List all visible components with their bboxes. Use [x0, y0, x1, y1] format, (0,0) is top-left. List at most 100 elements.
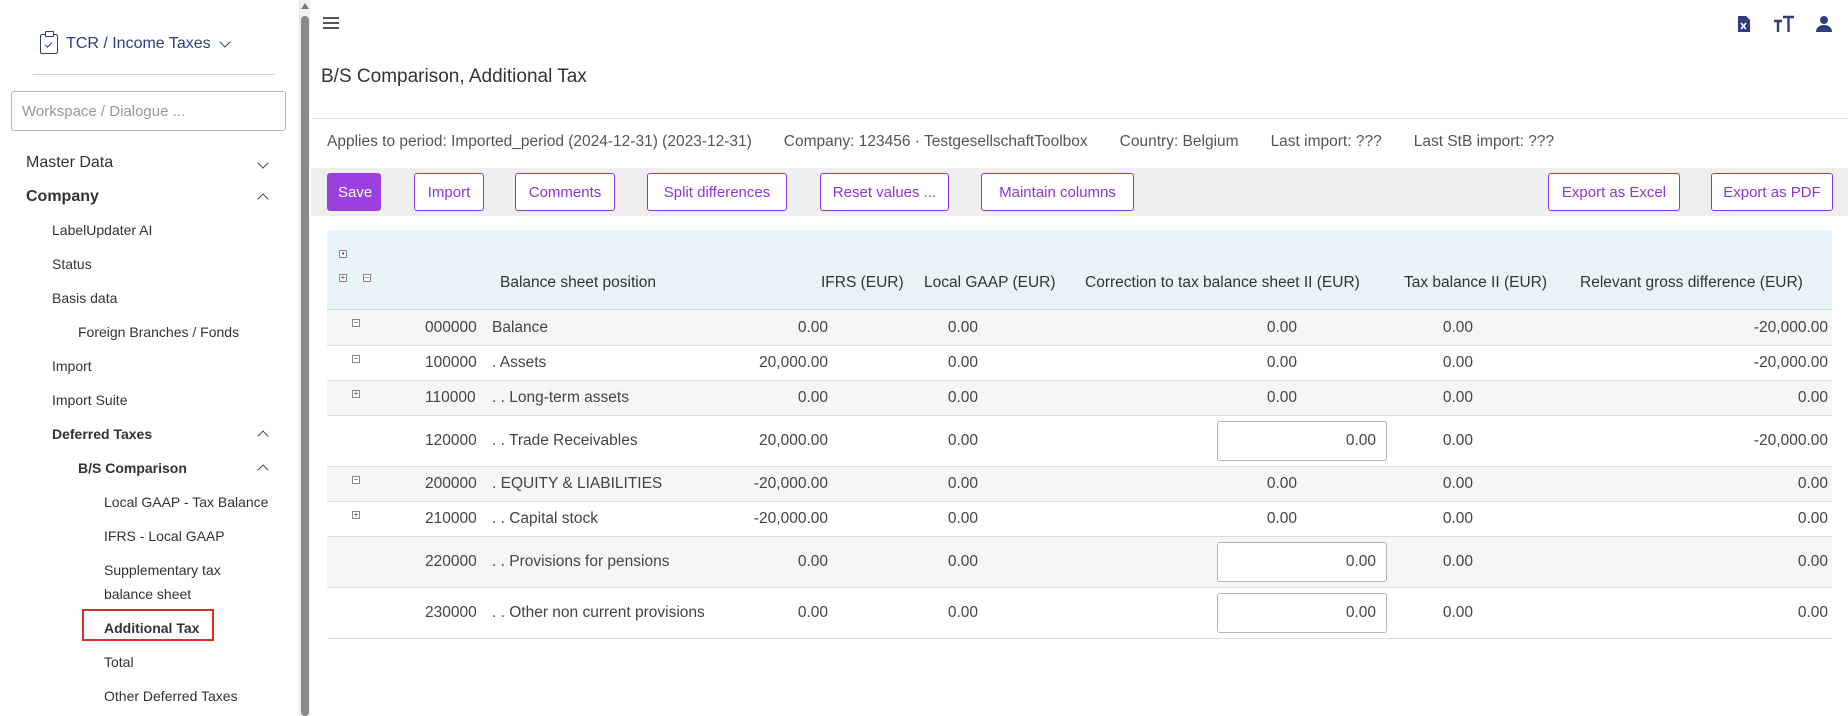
sidebar-scrollbar[interactable]	[300, 0, 310, 716]
row-name: . . Other non current provisions	[492, 604, 705, 621]
sidebar-item-import-suite[interactable]: Import Suite	[0, 389, 299, 411]
page-title: B/S Comparison, Additional Tax	[321, 66, 587, 87]
cell-gross-difference: 0.00	[1797, 475, 1828, 492]
cell-tax-balance: 0.00	[1442, 389, 1473, 406]
cell-tax-balance: 0.00	[1442, 475, 1473, 492]
workspace-search-input[interactable]	[11, 91, 286, 131]
scrollbar-thumb[interactable]	[301, 16, 309, 716]
sidebar-item-basis-data[interactable]: Basis data	[0, 287, 299, 309]
sidebar-item-master-data[interactable]: Master Data	[0, 151, 299, 175]
scroll-up-arrow-icon[interactable]	[301, 3, 309, 9]
chevron-down-icon	[218, 36, 231, 48]
cell-gross-difference: 0.00	[1797, 604, 1828, 621]
col-header-position[interactable]: Balance sheet position	[500, 274, 656, 292]
reset-values-button[interactable]: Reset values ...	[820, 173, 949, 211]
col-header-ifrs[interactable]: IFRS (EUR)	[821, 274, 904, 292]
table-row: 120000 . . Trade Receivables 20,000.00 0…	[327, 416, 1832, 467]
collapse-row-icon[interactable]: −	[352, 355, 360, 363]
sidebar-item-bs-comparison[interactable]: B/S Comparison	[0, 457, 299, 479]
main-content: B/S Comparison, Additional Tax Applies t…	[311, 0, 1848, 716]
table-row: + 110000 . . Long-term assets 0.00 0.00 …	[327, 381, 1832, 416]
sidebar-item-import[interactable]: Import	[0, 355, 299, 377]
cell-gross-difference: 0.00	[1797, 389, 1828, 406]
export-excel-button[interactable]: Export as Excel	[1548, 173, 1680, 211]
cell-local-gaap: 0.00	[947, 510, 978, 527]
collapse-all-icon[interactable]: −	[363, 274, 371, 282]
col-header-local-gaap[interactable]: Local GAAP (EUR)	[924, 274, 1056, 292]
sidebar-item-deferred-taxes[interactable]: Deferred Taxes	[0, 423, 299, 445]
table-header: • + − Balance sheet position IFRS (EUR) …	[327, 230, 1832, 310]
import-button[interactable]: Import	[414, 173, 484, 211]
app-switcher[interactable]: TCR / Income Taxes	[40, 31, 231, 54]
cell-gross-difference: 0.00	[1797, 553, 1828, 570]
row-code: 110000	[425, 389, 476, 406]
cell-tax-balance: 0.00	[1442, 510, 1473, 527]
row-code: 210000	[425, 510, 477, 527]
maintain-columns-button[interactable]: Maintain columns	[981, 173, 1134, 211]
sidebar-item-local-gaap-tax-balance[interactable]: Local GAAP - Tax Balance	[0, 491, 299, 513]
expand-all-icon[interactable]: +	[339, 274, 347, 282]
cell-local-gaap: 0.00	[947, 354, 978, 371]
cell-correction: 0.00	[1266, 475, 1297, 492]
cell-tax-balance: 0.00	[1442, 432, 1473, 449]
cell-local-gaap: 0.00	[947, 553, 978, 570]
sidebar: TCR / Income Taxes Master Data Company L…	[0, 0, 300, 716]
col-header-tax-balance[interactable]: Tax balance II (EUR)	[1404, 274, 1547, 292]
cell-correction: 0.00	[1266, 389, 1297, 406]
cell-tax-balance: 0.00	[1442, 553, 1473, 570]
sidebar-item-status[interactable]: Status	[0, 253, 299, 275]
cell-ifrs: -20,000.00	[753, 475, 828, 492]
collapse-row-icon[interactable]: −	[352, 319, 360, 327]
radio-toggle-icon[interactable]: •	[339, 250, 347, 258]
export-pdf-button[interactable]: Export as PDF	[1711, 173, 1833, 211]
expand-row-icon[interactable]: +	[352, 390, 360, 398]
company-info: Company: 123456 · TestgesellschaftToolbo…	[783, 133, 1088, 150]
comments-button[interactable]: Comments	[515, 173, 615, 211]
cell-ifrs: 0.00	[797, 604, 828, 621]
cell-gross-difference: -20,000.00	[1753, 354, 1828, 371]
sidebar-item-company[interactable]: Company	[0, 185, 299, 209]
row-name: . . Provisions for pensions	[492, 553, 670, 570]
sidebar-item-labelupdater-ai[interactable]: LabelUpdater AI	[0, 219, 299, 241]
row-code: 100000	[425, 354, 477, 371]
col-header-gross-difference[interactable]: Relevant gross difference (EUR)	[1580, 274, 1803, 292]
action-toolbar: Save Import Comments Split differences R…	[311, 168, 1848, 216]
sidebar-item-foreign-branches[interactable]: Foreign Branches / Fonds	[0, 321, 299, 343]
expand-row-icon[interactable]: +	[352, 511, 360, 519]
sidebar-item-other-deferred-taxes[interactable]: Other Deferred Taxes	[0, 685, 299, 707]
excel-export-icon[interactable]	[1732, 12, 1756, 36]
menu-toggle-icon[interactable]	[323, 17, 339, 31]
correction-input[interactable]	[1217, 421, 1387, 461]
collapse-row-icon[interactable]: −	[352, 476, 360, 484]
col-header-correction[interactable]: Correction to tax balance sheet II (EUR)	[1085, 274, 1360, 292]
split-differences-button[interactable]: Split differences	[647, 173, 787, 211]
row-code: 220000	[425, 553, 477, 570]
table-row: 220000 . . Provisions for pensions 0.00 …	[327, 537, 1832, 588]
table-row: + 210000 . . Capital stock -20,000.00 0.…	[327, 502, 1832, 537]
font-size-icon[interactable]	[1772, 12, 1796, 36]
table-row: − 200000 . EQUITY & LIABILITIES -20,000.…	[327, 467, 1832, 502]
sidebar-item-supplementary-tax[interactable]: Supplementary tax	[0, 559, 299, 581]
correction-input[interactable]	[1217, 542, 1387, 582]
sidebar-item-ifrs-local-gaap[interactable]: IFRS - Local GAAP	[0, 525, 299, 547]
row-name: Balance	[492, 318, 549, 336]
cell-correction: 0.00	[1266, 510, 1297, 527]
last-stb-import-info: Last StB import: ???	[1413, 133, 1555, 150]
user-icon[interactable]	[1812, 12, 1836, 36]
correction-input[interactable]	[1217, 593, 1387, 633]
sidebar-item-total[interactable]: Total	[0, 651, 299, 673]
row-code: 000000	[425, 318, 477, 336]
row-code: 200000	[425, 475, 477, 492]
period-info: Applies to period: Imported_period (2024…	[327, 133, 752, 150]
cell-ifrs: 0.00	[797, 318, 828, 336]
cell-gross-difference: -20,000.00	[1753, 318, 1828, 336]
app-title: TCR / Income Taxes	[66, 35, 211, 52]
last-import-info: Last import: ???	[1270, 133, 1382, 150]
row-code: 230000	[425, 604, 477, 621]
country-info: Country: Belgium	[1119, 133, 1239, 150]
row-name: . . Trade Receivables	[492, 432, 638, 449]
cell-correction: 0.00	[1266, 354, 1297, 371]
save-button[interactable]: Save	[327, 173, 381, 211]
row-name: . Assets	[492, 354, 547, 371]
sidebar-item-supplementary-tax-line2[interactable]: balance sheet	[0, 583, 299, 605]
